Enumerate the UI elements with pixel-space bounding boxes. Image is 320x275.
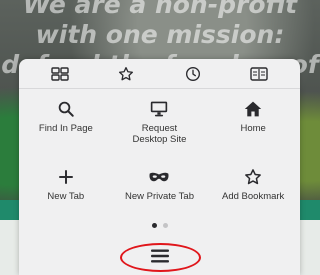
headline-line: We are a non-profit (22, 0, 298, 19)
new-tab-button[interactable]: New Tab (19, 163, 113, 221)
headline-line: with one mission: (35, 20, 285, 49)
action-label: Home (240, 123, 266, 134)
grid-icon (51, 66, 69, 81)
page-dot-2[interactable] (162, 223, 168, 228)
menu-tab-bar (19, 59, 300, 89)
action-label: Add Bookmark (222, 191, 285, 202)
home-button[interactable]: Home (206, 95, 300, 153)
action-label: Request Desktop Site (132, 123, 187, 145)
tab-history[interactable] (178, 60, 208, 88)
star-outline-icon (245, 169, 262, 185)
action-label: New Private Tab (124, 191, 194, 202)
plus-icon (59, 170, 73, 184)
action-label: New Tab (47, 191, 85, 202)
tab-bookmarks[interactable] (111, 60, 141, 88)
tab-reading-list[interactable] (244, 60, 274, 88)
menu-button-highlight-circle (120, 243, 201, 272)
find-in-page-button[interactable]: Find In Page (19, 95, 113, 153)
new-private-tab-button[interactable]: New Private Tab (113, 163, 207, 221)
page-indicator[interactable] (19, 223, 300, 231)
page-dot-1[interactable] (151, 223, 157, 228)
tab-library[interactable] (45, 60, 75, 88)
mask-icon (149, 172, 170, 182)
star-icon (119, 66, 134, 80)
request-desktop-site-button[interactable]: Request Desktop Site (113, 95, 207, 153)
search-icon (58, 101, 74, 117)
clock-icon (185, 66, 200, 81)
menu-actions-grid: Find In Page Request Desktop Site Home N… (19, 95, 300, 221)
book-icon (250, 66, 268, 81)
action-label: Find In Page (38, 123, 93, 134)
add-bookmark-button[interactable]: Add Bookmark (206, 163, 300, 221)
monitor-icon (151, 101, 168, 117)
home-icon (244, 101, 262, 117)
